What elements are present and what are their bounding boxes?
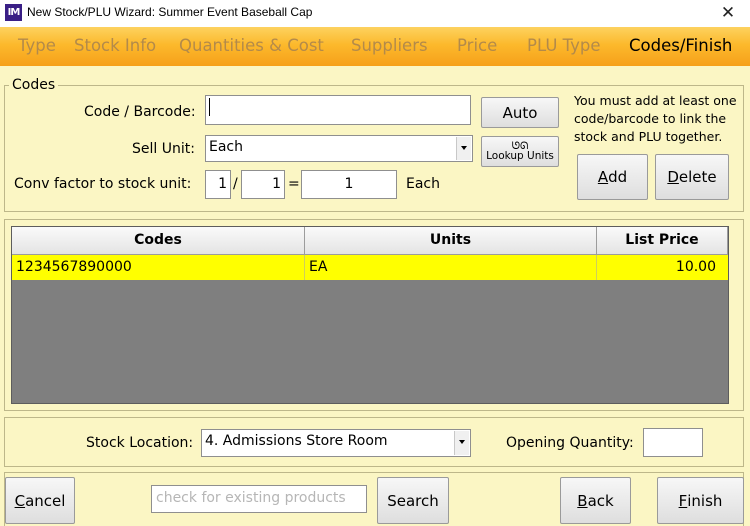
footer-group — [4, 472, 744, 526]
conv-denominator-input[interactable]: 1 — [241, 170, 285, 199]
stock-location-value: 4. Admissions Store Room — [205, 433, 388, 449]
chevron-down-icon[interactable] — [456, 137, 471, 160]
codes-legend: Codes — [9, 77, 59, 93]
title-bar: IM New Stock/PLU Wizard: Summer Event Ba… — [0, 0, 750, 27]
tab-type[interactable]: Type — [18, 36, 56, 55]
auto-button[interactable]: Auto — [481, 97, 559, 128]
opening-quantity-label: Opening Quantity: — [506, 435, 634, 451]
finish-button[interactable]: Finish — [657, 477, 744, 524]
tab-quantities-cost[interactable]: Quantities & Cost — [179, 36, 324, 55]
sell-unit-value: Each — [209, 139, 243, 155]
column-header-list-price[interactable]: List Price — [597, 227, 728, 255]
lookup-units-button[interactable]: ᘎᘏ Lookup Units — [481, 136, 559, 167]
tab-plu-type[interactable]: PLU Type — [527, 36, 601, 55]
tab-price[interactable]: Price — [457, 36, 497, 55]
cancel-accel: C — [14, 491, 26, 510]
sell-unit-select[interactable]: Each — [205, 135, 473, 162]
tab-suppliers[interactable]: Suppliers — [351, 36, 428, 55]
table-row[interactable]: 1234567890000 EA 10.00 — [12, 255, 728, 280]
tab-codes-finish[interactable]: Codes/Finish — [629, 36, 732, 55]
barcode-input[interactable] — [205, 95, 471, 125]
add-accel: A — [597, 168, 609, 186]
codes-help-note: You must add at least one code/barcode t… — [574, 93, 737, 144]
search-button[interactable]: Search — [377, 477, 449, 524]
conv-result-field[interactable]: 1 — [301, 170, 397, 199]
conv-unit-label: Each — [406, 176, 440, 192]
window-title: New Stock/PLU Wizard: Summer Event Baseb… — [27, 5, 313, 19]
conv-factor-label: Conv factor to stock unit: — [14, 176, 192, 192]
delete-button[interactable]: Delete — [655, 154, 729, 200]
delete-rest: elete — [678, 168, 717, 186]
chevron-down-icon[interactable] — [454, 431, 469, 455]
add-rest: dd — [608, 168, 628, 186]
close-icon[interactable]: ✕ — [716, 1, 740, 25]
finish-accel: F — [678, 491, 688, 510]
lookup-units-label: Lookup Units — [486, 149, 554, 162]
column-header-units[interactable]: Units — [305, 227, 597, 255]
back-rest: ack — [587, 491, 614, 510]
barcode-label: Code / Barcode: — [84, 104, 196, 120]
add-button[interactable]: Add — [577, 154, 648, 200]
stock-location-select[interactable]: 4. Admissions Store Room — [201, 429, 471, 457]
tab-stock-info[interactable]: Stock Info — [74, 36, 156, 55]
cell-code[interactable]: 1234567890000 — [12, 255, 305, 280]
back-accel: B — [577, 491, 588, 510]
cell-unit[interactable]: EA — [305, 255, 597, 280]
opening-quantity-input[interactable] — [643, 428, 703, 457]
finish-rest: inish — [687, 491, 723, 510]
wizard-tab-bar: Type Stock Info Quantities & Cost Suppli… — [0, 27, 750, 66]
conv-equals: = — [288, 176, 300, 192]
cancel-rest: ancel — [25, 491, 66, 510]
back-button[interactable]: Back — [560, 477, 631, 524]
codes-table[interactable]: Codes Units List Price 1234567890000 EA … — [11, 226, 729, 404]
conv-numerator-input[interactable]: 1 — [205, 170, 231, 199]
sell-unit-label: Sell Unit: — [132, 141, 195, 157]
conv-slash: / — [233, 176, 238, 192]
text-cursor — [209, 98, 210, 116]
cell-list-price[interactable]: 10.00 — [597, 255, 728, 280]
existing-products-search-input[interactable]: check for existing products — [151, 485, 367, 513]
cancel-button[interactable]: Cancel — [5, 477, 75, 524]
stock-location-label: Stock Location: — [86, 435, 194, 451]
app-icon: IM — [5, 4, 22, 21]
column-header-codes[interactable]: Codes — [12, 227, 305, 255]
delete-accel: D — [667, 168, 679, 186]
